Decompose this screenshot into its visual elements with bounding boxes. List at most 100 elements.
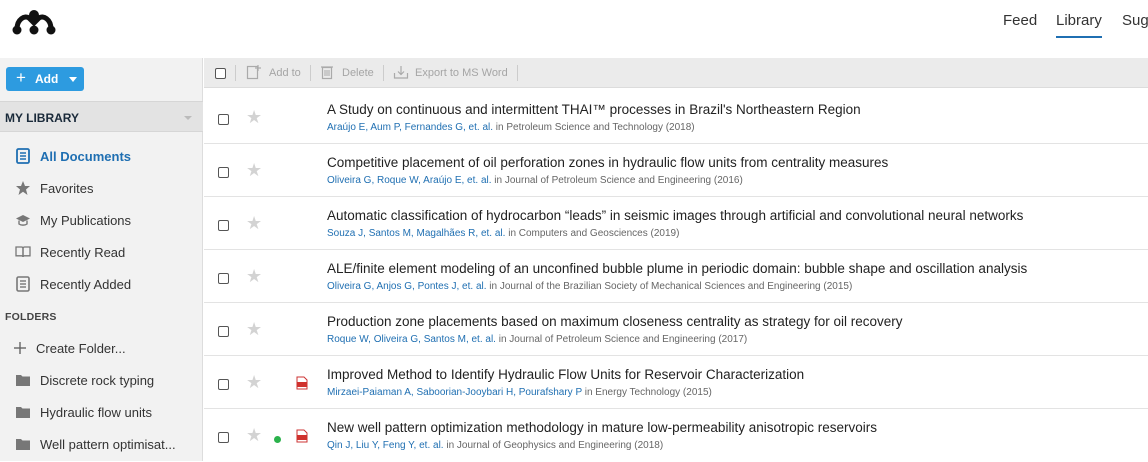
document-title[interactable]: Competitive placement of oil perforation… xyxy=(327,155,888,170)
document-row[interactable]: ★ Competitive placement of oil perforati… xyxy=(204,144,1148,197)
document-row[interactable]: ★ New well pattern optimization methodol… xyxy=(204,409,1148,462)
folder-item-well-pattern-optimisation[interactable]: Well pattern optimisat... xyxy=(0,430,203,460)
document-title[interactable]: A Study on continuous and intermittent T… xyxy=(327,102,861,117)
document-meta: Souza J, Santos M, Magalhães R, et. al. … xyxy=(327,228,679,239)
folder-icon xyxy=(16,407,30,418)
favorite-star-icon[interactable]: ★ xyxy=(246,107,262,127)
document-authors[interactable]: Roque W, Oliveira G, Santos M, et. al. xyxy=(327,334,496,345)
caret-down-icon xyxy=(69,77,77,82)
favorite-star-icon[interactable]: ★ xyxy=(246,319,262,339)
folder-item-discrete-rock-typing[interactable]: Discrete rock typing xyxy=(0,366,203,396)
folder-label: Hydraulic flow units xyxy=(40,405,152,420)
add-button[interactable]: + Add xyxy=(6,67,84,91)
sidebar-item-recently-added[interactable]: Recently Added xyxy=(0,270,203,300)
document-source: in Computers and Geosciences (2019) xyxy=(505,228,680,239)
recently-added-icon xyxy=(16,276,30,292)
toolbar-divider xyxy=(235,65,236,81)
folder-label: Discrete rock typing xyxy=(40,373,155,388)
sidebar: + Add MY LIBRARY All Documents Favorites… xyxy=(0,58,203,461)
delete-button[interactable]: Delete xyxy=(320,66,376,82)
folder-label: Well pattern optimisat... xyxy=(40,437,176,452)
document-source: in Journal of Geophysics and Engineering… xyxy=(443,440,664,451)
pdf-icon[interactable] xyxy=(295,376,309,390)
document-authors[interactable]: Souza J, Santos M, Magalhães R, et. al. xyxy=(327,228,505,239)
document-meta: Araújo E, Aum P, Fernandes G, et. al. in… xyxy=(327,122,695,133)
row-checkbox[interactable] xyxy=(218,379,229,390)
document-source: in Journal of the Brazilian Society of M… xyxy=(486,281,853,292)
favorite-star-icon[interactable]: ★ xyxy=(246,160,262,180)
toolbar-divider xyxy=(383,65,384,81)
add-to-folder-icon xyxy=(246,65,261,80)
top-navigation: Feed Library Sug xyxy=(0,0,1148,44)
document-authors[interactable]: Araújo E, Aum P, Fernandes G, et. al. xyxy=(327,122,493,133)
document-meta: Oliveira G, Anjos G, Pontes J, et. al. i… xyxy=(327,281,852,292)
document-toolbar: Add to Delete Export to MS Word xyxy=(204,58,1148,88)
sidebar-item-my-publications[interactable]: My Publications xyxy=(0,206,203,236)
mendeley-logo[interactable] xyxy=(11,9,57,35)
select-all-checkbox[interactable] xyxy=(215,68,226,79)
document-meta: Mirzaei-Paiaman A, Saboorian-Jooybari H,… xyxy=(327,387,712,398)
unread-dot-icon xyxy=(274,436,281,443)
document-row[interactable]: ★ Production zone placements based on ma… xyxy=(204,303,1148,356)
document-authors[interactable]: Mirzaei-Paiaman A, Saboorian-Jooybari H,… xyxy=(327,387,582,398)
row-checkbox[interactable] xyxy=(218,326,229,337)
sidebar-item-label: Recently Read xyxy=(40,245,126,260)
folder-item-hydraulic-flow-units[interactable]: Hydraulic flow units xyxy=(0,398,203,428)
trash-icon xyxy=(321,66,333,80)
document-authors[interactable]: Oliveira G, Roque W, Araújo E, et. al. xyxy=(327,175,492,186)
export-label: Export to MS Word xyxy=(415,67,508,79)
row-checkbox[interactable] xyxy=(218,167,229,178)
sidebar-item-label: All Documents xyxy=(40,149,132,164)
folder-icon xyxy=(16,439,30,450)
favorite-star-icon[interactable]: ★ xyxy=(246,213,262,233)
document-source: in Journal of Petroleum Science and Engi… xyxy=(491,175,743,186)
document-title[interactable]: ALE/finite element modeling of an unconf… xyxy=(327,261,1027,276)
row-checkbox[interactable] xyxy=(218,114,229,125)
document-title[interactable]: Improved Method to Identify Hydraulic Fl… xyxy=(327,367,804,382)
add-button-label: Add xyxy=(35,72,59,86)
document-title[interactable]: New well pattern optimization methodolog… xyxy=(327,420,877,435)
toolbar-divider xyxy=(310,65,311,81)
document-row[interactable]: ★ ALE/finite element modeling of an unco… xyxy=(204,250,1148,303)
my-library-header[interactable]: MY LIBRARY xyxy=(0,101,203,132)
add-to-label: Add to xyxy=(269,67,301,79)
document-meta: Oliveira G, Roque W, Araújo E, et. al. i… xyxy=(327,175,743,186)
my-library-title: MY LIBRARY xyxy=(5,111,80,125)
chevron-down-icon[interactable] xyxy=(184,116,192,120)
create-folder-button[interactable]: Create Folder... xyxy=(0,334,203,364)
toolbar-divider xyxy=(517,65,518,81)
sidebar-item-label: My Publications xyxy=(40,213,132,228)
nav-library[interactable]: Library xyxy=(1056,12,1102,29)
favorite-star-icon[interactable]: ★ xyxy=(246,425,262,445)
document-source: in Journal of Petroleum Science and Engi… xyxy=(495,334,748,345)
document-source: in Petroleum Science and Technology (201… xyxy=(493,122,695,133)
sidebar-item-label: Recently Added xyxy=(40,277,132,292)
sidebar-item-favorites[interactable]: Favorites xyxy=(0,174,203,204)
export-icon xyxy=(393,66,409,79)
document-authors[interactable]: Oliveira G, Anjos G, Pontes J, et. al. xyxy=(327,281,487,292)
star-icon xyxy=(16,181,30,195)
document-title[interactable]: Automatic classification of hydrocarbon … xyxy=(327,208,1023,223)
sidebar-item-recently-read[interactable]: Recently Read xyxy=(0,238,203,268)
create-folder-label: Create Folder... xyxy=(36,341,126,356)
nav-suggest[interactable]: Sug xyxy=(1122,12,1148,29)
document-authors[interactable]: Qin J, Liu Y, Feng Y, et. al. xyxy=(327,440,444,451)
plus-icon xyxy=(14,342,26,354)
document-title[interactable]: Production zone placements based on maxi… xyxy=(327,314,903,329)
document-row[interactable]: ★ Automatic classification of hydrocarbo… xyxy=(204,197,1148,250)
export-ms-word-button[interactable]: Export to MS Word xyxy=(393,66,509,82)
sidebar-item-all-documents[interactable]: All Documents xyxy=(0,142,203,172)
row-checkbox[interactable] xyxy=(218,220,229,231)
favorite-star-icon[interactable]: ★ xyxy=(246,372,262,392)
document-row[interactable]: ★ A Study on continuous and intermittent… xyxy=(204,91,1148,144)
all-documents-icon xyxy=(16,148,30,164)
pdf-icon[interactable] xyxy=(295,429,309,443)
document-meta: Qin J, Liu Y, Feng Y, et. al. in Journal… xyxy=(327,440,663,451)
add-to-button[interactable]: Add to xyxy=(246,65,302,82)
favorite-star-icon[interactable]: ★ xyxy=(246,266,262,286)
row-checkbox[interactable] xyxy=(218,273,229,284)
nav-feed[interactable]: Feed xyxy=(1003,12,1037,29)
graduation-cap-icon xyxy=(16,215,30,226)
row-checkbox[interactable] xyxy=(218,432,229,443)
document-row[interactable]: ★ Improved Method to Identify Hydraulic … xyxy=(204,356,1148,409)
